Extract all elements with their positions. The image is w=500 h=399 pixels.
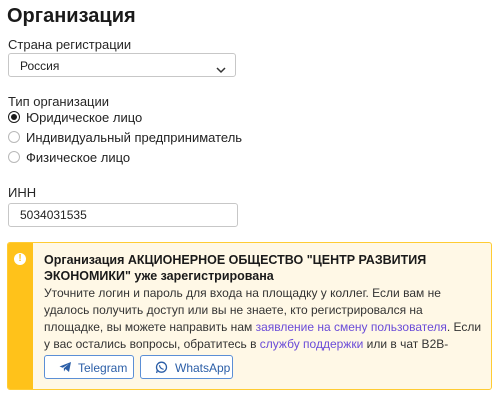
country-selected-value: Россия bbox=[20, 59, 60, 73]
whatsapp-icon bbox=[155, 361, 168, 377]
radio-button[interactable] bbox=[8, 131, 20, 143]
change-user-request-link[interactable]: заявление на смену пользователя bbox=[256, 320, 447, 334]
radio-label: Юридическое лицо bbox=[26, 110, 143, 125]
inn-label: ИНН bbox=[8, 185, 37, 200]
country-label: Страна регистрации bbox=[8, 37, 132, 52]
whatsapp-button[interactable]: WhatsApp bbox=[140, 355, 233, 379]
radio-button-checked[interactable] bbox=[8, 111, 20, 123]
radio-button[interactable] bbox=[8, 151, 20, 163]
whatsapp-button-label: WhatsApp bbox=[175, 361, 231, 375]
country-select[interactable]: Россия bbox=[8, 53, 236, 77]
telegram-button-label: Telegram bbox=[78, 361, 128, 375]
radio-label: Физическое лицо bbox=[26, 150, 131, 165]
info-icon: ! bbox=[14, 253, 26, 265]
inn-input[interactable] bbox=[8, 203, 238, 227]
alert-heading: Организация АКЦИОНЕРНОЕ ОБЩЕСТВО "ЦЕНТР … bbox=[44, 253, 427, 283]
org-type-label: Тип организации bbox=[8, 94, 110, 109]
page-title: Организация bbox=[7, 5, 136, 27]
already-registered-alert: ! Организация АКЦИОНЕРНОЕ ОБЩЕСТВО "ЦЕНТ… bbox=[7, 242, 492, 390]
support-service-link[interactable]: службу поддержки bbox=[260, 337, 363, 351]
telegram-button[interactable]: Telegram bbox=[44, 355, 134, 379]
telegram-icon bbox=[59, 361, 72, 376]
radio-label: Индивидуальный предприниматель bbox=[26, 130, 243, 145]
chevron-down-icon bbox=[216, 61, 226, 79]
